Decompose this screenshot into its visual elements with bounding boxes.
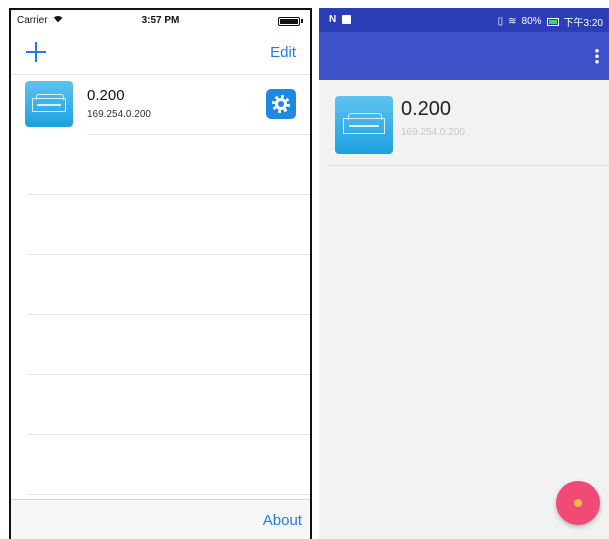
gear-icon[interactable] xyxy=(266,89,296,119)
battery-icon xyxy=(546,17,559,26)
empty-row xyxy=(27,195,310,255)
empty-row xyxy=(27,375,310,435)
notification-image-icon xyxy=(342,15,352,24)
empty-row xyxy=(27,435,310,495)
add-icon[interactable] xyxy=(24,40,48,64)
device-ip: 169.254.0.200 xyxy=(87,109,151,120)
notification-n-icon: N xyxy=(329,14,337,25)
ios-screen: Carrier 3:57 PM Edit 0.200 169.254.0.200… xyxy=(9,8,312,539)
android-device-row[interactable]: 0.200 169.254.0.200 xyxy=(327,90,609,166)
device-name: 0.200 xyxy=(401,98,452,120)
device-icon xyxy=(25,81,73,127)
battery-icon xyxy=(278,16,304,26)
about-button[interactable]: About xyxy=(263,512,302,529)
android-status-time: 下午3:20 xyxy=(563,18,603,29)
device-name: 0.200 xyxy=(87,87,125,104)
android-status-bar: N ▯ ≋ 80% 下午3:20 xyxy=(319,8,609,32)
status-time: 3:57 PM xyxy=(141,15,180,26)
edit-button[interactable]: Edit xyxy=(270,44,296,61)
device-icon xyxy=(335,96,393,154)
ios-toolbar: About xyxy=(11,499,310,539)
device-row[interactable]: 0.200 169.254.0.200 xyxy=(11,75,310,135)
android-screen: N ▯ ≋ 80% 下午3:20 0.200 169.254.0.200 xyxy=(319,8,609,539)
device-ip: 169.254.0.200 xyxy=(401,127,465,138)
overflow-menu-icon[interactable] xyxy=(595,48,599,64)
empty-row xyxy=(27,135,310,195)
battery-percent: 80% xyxy=(521,16,542,27)
device-list: 0.200 169.254.0.200 xyxy=(11,74,310,495)
empty-row xyxy=(27,315,310,375)
vibrate-icon: ▯ xyxy=(497,16,504,27)
add-fab-button[interactable] xyxy=(556,481,600,525)
ios-status-bar: Carrier 3:57 PM xyxy=(11,10,310,32)
android-app-bar xyxy=(319,32,609,80)
ios-nav-bar: Edit xyxy=(11,38,310,74)
empty-row xyxy=(27,255,310,315)
wifi-icon: ≋ xyxy=(508,16,517,27)
